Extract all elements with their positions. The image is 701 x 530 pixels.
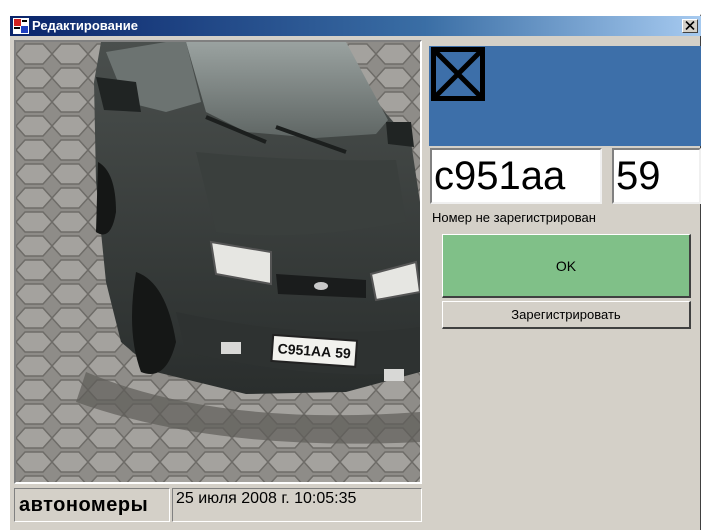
window-title: Редактирование (32, 18, 138, 33)
plate-image-panel (429, 46, 701, 146)
brand-label: автономеры (14, 488, 170, 522)
registration-status: Номер не зарегистрирован (432, 210, 596, 225)
plate-region-input[interactable]: 59 (612, 148, 701, 204)
camera-photo: С951АА 59 (14, 40, 422, 484)
close-button[interactable] (682, 19, 698, 33)
app-logo-icon (13, 18, 29, 34)
capture-timestamp: 25 июля 2008 г. 10:05:35 (172, 488, 422, 522)
editing-window: Редактирование С951АА 59 автономеры 25 и… (8, 14, 701, 530)
title-bar[interactable]: Редактирование (10, 16, 701, 36)
register-button[interactable]: Зарегистрировать (442, 301, 691, 329)
no-image-icon (431, 47, 485, 101)
close-icon (685, 17, 695, 35)
ok-button[interactable]: OK (442, 234, 691, 298)
plate-number-input[interactable]: с951аа (430, 148, 602, 204)
